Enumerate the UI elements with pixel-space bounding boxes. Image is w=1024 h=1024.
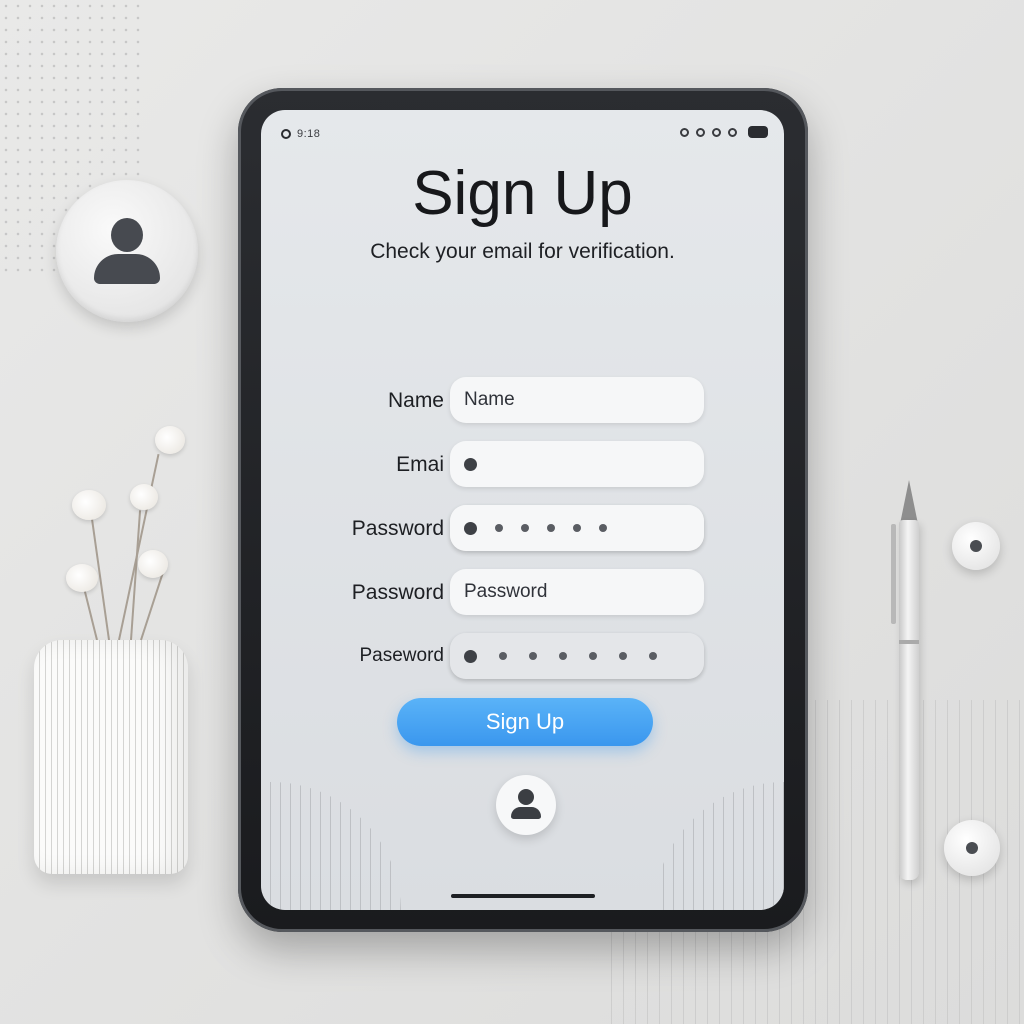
round-button-decoration bbox=[952, 522, 1000, 570]
battery-icon bbox=[748, 126, 768, 138]
form-row-name: Name bbox=[261, 377, 784, 425]
password-label: Password bbox=[351, 517, 444, 540]
form-row-password-repeat: Paseword bbox=[261, 633, 784, 681]
password-confirm-field[interactable] bbox=[450, 569, 704, 615]
page-subtitle: Check your email for verification. bbox=[370, 240, 675, 263]
sign-up-button[interactable]: Sign Up bbox=[397, 698, 653, 746]
stripe-pattern bbox=[261, 782, 401, 910]
pen-decoration bbox=[891, 480, 921, 880]
name-field[interactable] bbox=[450, 377, 704, 423]
stripe-pattern bbox=[654, 782, 784, 910]
password-repeat-field[interactable] bbox=[450, 633, 704, 679]
status-bar-right bbox=[680, 126, 768, 138]
user-icon bbox=[56, 180, 198, 322]
status-icon bbox=[680, 127, 689, 137]
form-row-email: Emai bbox=[261, 441, 784, 489]
profile-icon[interactable] bbox=[496, 775, 556, 835]
form-row-password-confirm: Password bbox=[261, 569, 784, 617]
status-bar-left: 9:18 bbox=[281, 128, 320, 140]
status-icon bbox=[728, 127, 737, 137]
home-indicator[interactable] bbox=[451, 894, 595, 898]
status-time: 9:18 bbox=[297, 128, 321, 140]
password-confirm-label: Password bbox=[351, 581, 444, 604]
tablet-screen: 9:18 Sign Up Check your email for verifi… bbox=[261, 110, 784, 910]
name-label: Name bbox=[387, 389, 444, 412]
round-button-decoration bbox=[944, 820, 1000, 876]
status-icon bbox=[712, 127, 721, 137]
form-row-password: Password bbox=[261, 505, 784, 553]
page-title: Sign Up bbox=[412, 159, 633, 228]
email-label: Emai bbox=[396, 453, 444, 476]
password-field[interactable] bbox=[450, 505, 704, 551]
password-repeat-label: Paseword bbox=[359, 645, 445, 666]
email-field[interactable] bbox=[450, 441, 704, 487]
status-ring-icon bbox=[281, 129, 291, 139]
status-icon bbox=[696, 127, 705, 137]
